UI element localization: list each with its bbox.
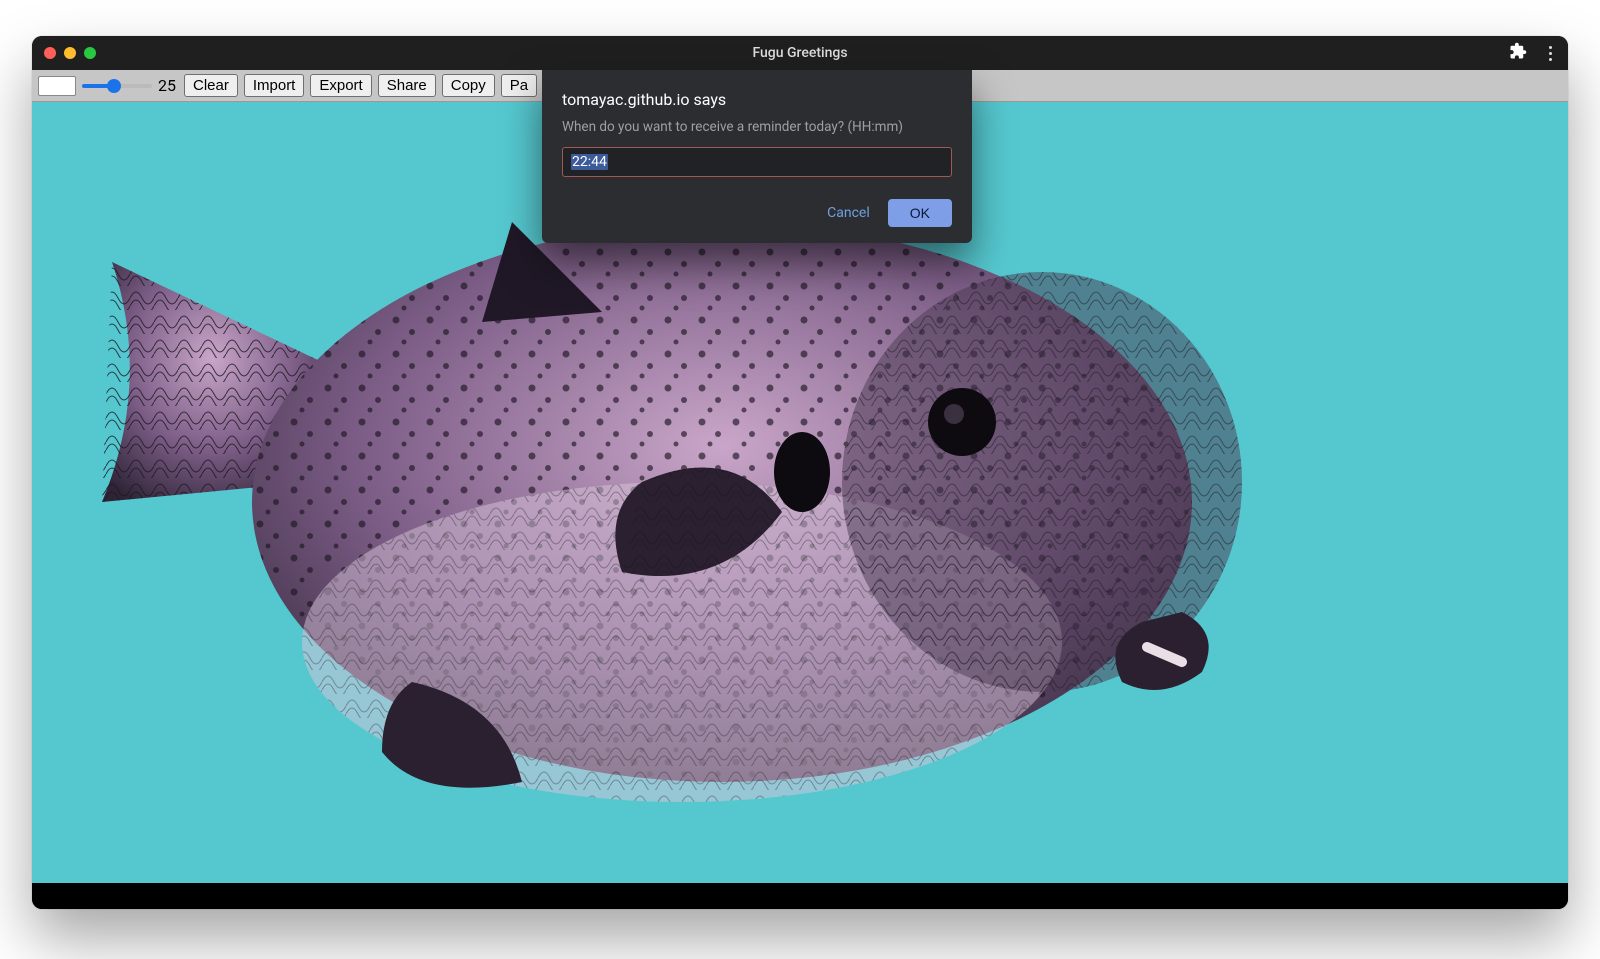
- menu-icon[interactable]: [1545, 46, 1556, 61]
- app-window: Fugu Greetings 25 Clear Import Export Sh…: [32, 36, 1568, 909]
- prompt-dialog: tomayac.github.io says When do you want …: [542, 70, 972, 243]
- color-picker[interactable]: [38, 76, 76, 96]
- copy-button[interactable]: Copy: [442, 74, 495, 97]
- window-controls: [44, 47, 96, 59]
- brush-size-slider[interactable]: [82, 76, 152, 96]
- dialog-input-value: 22:44: [571, 154, 608, 170]
- share-button[interactable]: Share: [378, 74, 436, 97]
- ok-button[interactable]: OK: [888, 199, 952, 227]
- export-button[interactable]: Export: [310, 74, 371, 97]
- titlebar: Fugu Greetings: [32, 36, 1568, 70]
- canvas-image: [82, 142, 1302, 842]
- brush-size-value: 25: [158, 76, 176, 95]
- minimize-window-button[interactable]: [64, 47, 76, 59]
- dialog-title: tomayac.github.io says: [562, 90, 952, 109]
- close-window-button[interactable]: [44, 47, 56, 59]
- clear-button[interactable]: Clear: [184, 74, 238, 97]
- extensions-icon[interactable]: [1509, 42, 1527, 64]
- paste-button[interactable]: Pa: [501, 74, 537, 97]
- dialog-input[interactable]: 22:44: [562, 147, 952, 177]
- bottom-border: [32, 883, 1568, 909]
- cancel-button[interactable]: Cancel: [827, 205, 870, 221]
- maximize-window-button[interactable]: [84, 47, 96, 59]
- page-title: Fugu Greetings: [752, 45, 847, 61]
- dialog-message: When do you want to receive a reminder t…: [562, 119, 952, 135]
- import-button[interactable]: Import: [244, 74, 305, 97]
